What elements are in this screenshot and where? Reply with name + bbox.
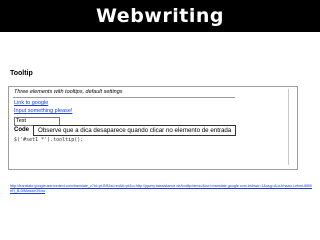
demo-title-divider: [13, 97, 235, 98]
slide-heading: Tooltip: [10, 70, 33, 77]
tooltip-popup: Observe que a dica desaparece quando cli…: [33, 125, 237, 136]
code-snippet: $('#set1 *').tooltip();: [14, 137, 84, 143]
demo-title: Three elements with tooltips, default se…: [14, 89, 123, 95]
input-something-link[interactable]: Input something please!: [14, 108, 72, 114]
demo-browser-frame: Three elements with tooltips, default se…: [8, 86, 298, 170]
slide-header-bar: Webwriting: [0, 0, 320, 32]
code-label: Code: [14, 127, 29, 133]
source-url-link[interactable]: http://translate.googleusercontent.com/t…: [10, 184, 314, 194]
slide-title: Webwriting: [96, 5, 224, 27]
demo-scrollbar[interactable]: [288, 89, 293, 165]
google-link[interactable]: Link to google: [14, 100, 48, 106]
